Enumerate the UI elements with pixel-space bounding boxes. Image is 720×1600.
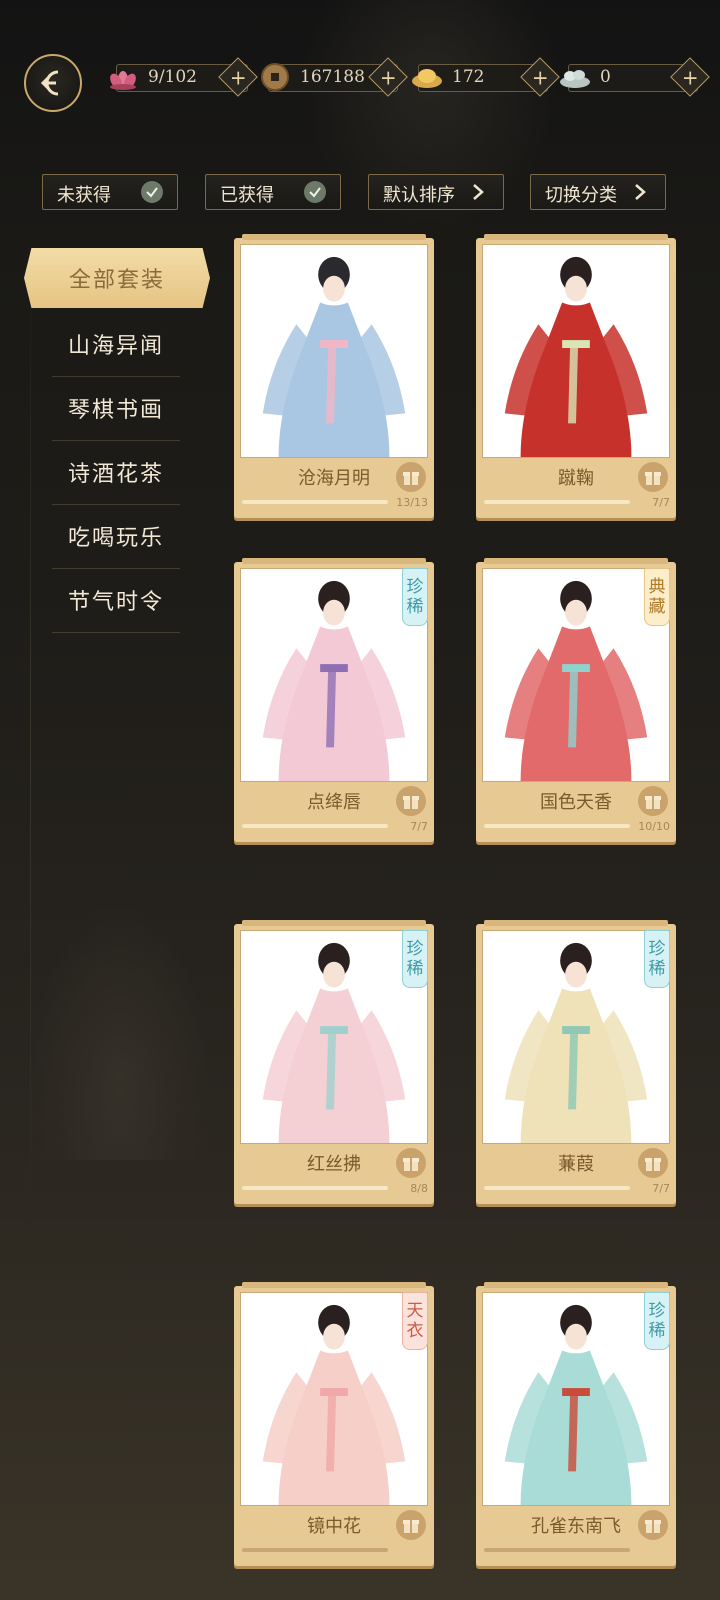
rarity-badge: 珍稀	[402, 930, 428, 988]
background-mountain	[30, 900, 210, 1160]
filter-unobtained-button[interactable]: 未获得	[42, 174, 178, 210]
resource-value-coin: 167188	[300, 67, 365, 87]
progress-fill	[242, 1186, 388, 1190]
progress-fill	[484, 500, 630, 504]
collection-count: 10/10	[638, 820, 670, 833]
filter-label: 默认排序	[383, 185, 455, 206]
outfit-portrait	[240, 568, 428, 782]
lotus-icon	[106, 60, 140, 94]
rarity-badge: 珍稀	[402, 568, 428, 626]
card-rim	[484, 558, 668, 564]
gift-icon[interactable]	[396, 462, 426, 492]
collection-progress-bar	[484, 824, 630, 828]
outfit-portrait	[482, 244, 670, 458]
outfit-card[interactable]: 天衣镜中花	[234, 1282, 434, 1566]
category-item[interactable]: 山海异闻	[52, 312, 180, 377]
outfit-portrait	[240, 244, 428, 458]
outfit-card[interactable]: 珍稀蒹葭 7/7	[476, 920, 676, 1204]
progress-fill	[484, 824, 630, 828]
outfit-card[interactable]: 珍稀红丝拂 8/8	[234, 920, 434, 1204]
collection-progress-bar	[242, 500, 388, 504]
gift-icon[interactable]	[638, 462, 668, 492]
category-item[interactable]: 诗酒花茶	[52, 440, 180, 505]
progress-fill	[484, 1186, 630, 1190]
rarity-badge: 珍稀	[644, 930, 670, 988]
filter-label: 未获得	[57, 185, 111, 206]
gift-icon[interactable]	[396, 1148, 426, 1178]
outfit-card[interactable]: 珍稀孔雀东南飞	[476, 1282, 676, 1566]
outfit-portrait	[482, 1292, 670, 1506]
collection-progress-bar	[242, 1548, 388, 1552]
card-rim	[242, 558, 426, 564]
gift-icon[interactable]	[396, 786, 426, 816]
chevron-right-icon	[629, 181, 651, 203]
filter-label: 切换分类	[545, 185, 617, 206]
outfit-portrait	[482, 568, 670, 782]
chevron-right-icon	[467, 181, 489, 203]
collection-count: 7/7	[652, 496, 670, 509]
resource-value-lotus: 9/102	[148, 67, 197, 87]
collection-count: 13/13	[396, 496, 428, 509]
collection-count: 7/7	[410, 820, 428, 833]
outfit-card[interactable]: 沧海月明 13/13	[234, 234, 434, 518]
progress-fill	[242, 500, 388, 504]
rarity-badge: 典藏	[644, 568, 670, 626]
plus-icon: +	[229, 64, 247, 89]
card-rim	[242, 920, 426, 926]
rarity-badge: 天衣	[402, 1292, 428, 1350]
category-item[interactable]: 节气时令	[52, 568, 180, 633]
back-button[interactable]	[24, 54, 82, 112]
filter-obtained-button[interactable]: 已获得	[205, 174, 341, 210]
outfit-portrait	[240, 930, 428, 1144]
check-icon	[141, 181, 163, 203]
category-item[interactable]: 吃喝玩乐	[52, 504, 180, 569]
collection-count: 8/8	[410, 1182, 428, 1195]
card-rim	[242, 1282, 426, 1288]
silver-ingot-icon	[558, 60, 592, 94]
collection-progress-bar	[484, 1186, 630, 1190]
background-line	[30, 230, 31, 1230]
gift-icon[interactable]	[638, 1510, 668, 1540]
switch-category-button[interactable]: 切换分类	[530, 174, 666, 210]
card-rim	[242, 234, 426, 240]
outfit-card[interactable]: 蹴鞠 7/7	[476, 234, 676, 518]
coin-icon	[258, 60, 292, 94]
collection-progress-bar	[484, 500, 630, 504]
gift-icon[interactable]	[638, 786, 668, 816]
gift-icon[interactable]	[638, 1148, 668, 1178]
plus-icon: +	[531, 64, 549, 89]
collection-count: 7/7	[652, 1182, 670, 1195]
filter-label: 已获得	[220, 185, 274, 206]
plus-icon: +	[379, 64, 397, 89]
gift-icon[interactable]	[396, 1510, 426, 1540]
category-item[interactable]: 琴棋书画	[52, 376, 180, 441]
progress-fill	[242, 824, 388, 828]
collection-progress-bar	[484, 1548, 630, 1552]
category-all-sets[interactable]: 全部套装	[24, 248, 210, 308]
collection-progress-bar	[242, 1186, 388, 1190]
outfit-card[interactable]: 典藏国色天香 10/10	[476, 558, 676, 842]
resource-value-gold: 172	[452, 67, 485, 87]
plus-icon: +	[681, 64, 699, 89]
outfit-card[interactable]: 珍稀点绛唇 7/7	[234, 558, 434, 842]
outfit-portrait	[240, 1292, 428, 1506]
sort-default-button[interactable]: 默认排序	[368, 174, 504, 210]
card-rim	[484, 1282, 668, 1288]
collection-progress-bar	[242, 824, 388, 828]
card-rim	[484, 234, 668, 240]
check-icon	[304, 181, 326, 203]
card-rim	[484, 920, 668, 926]
gold-ingot-icon	[410, 60, 444, 94]
back-arrow-icon	[40, 70, 59, 96]
rarity-badge: 珍稀	[644, 1292, 670, 1350]
outfit-portrait	[482, 930, 670, 1144]
resource-value-silver: 0	[600, 67, 611, 87]
